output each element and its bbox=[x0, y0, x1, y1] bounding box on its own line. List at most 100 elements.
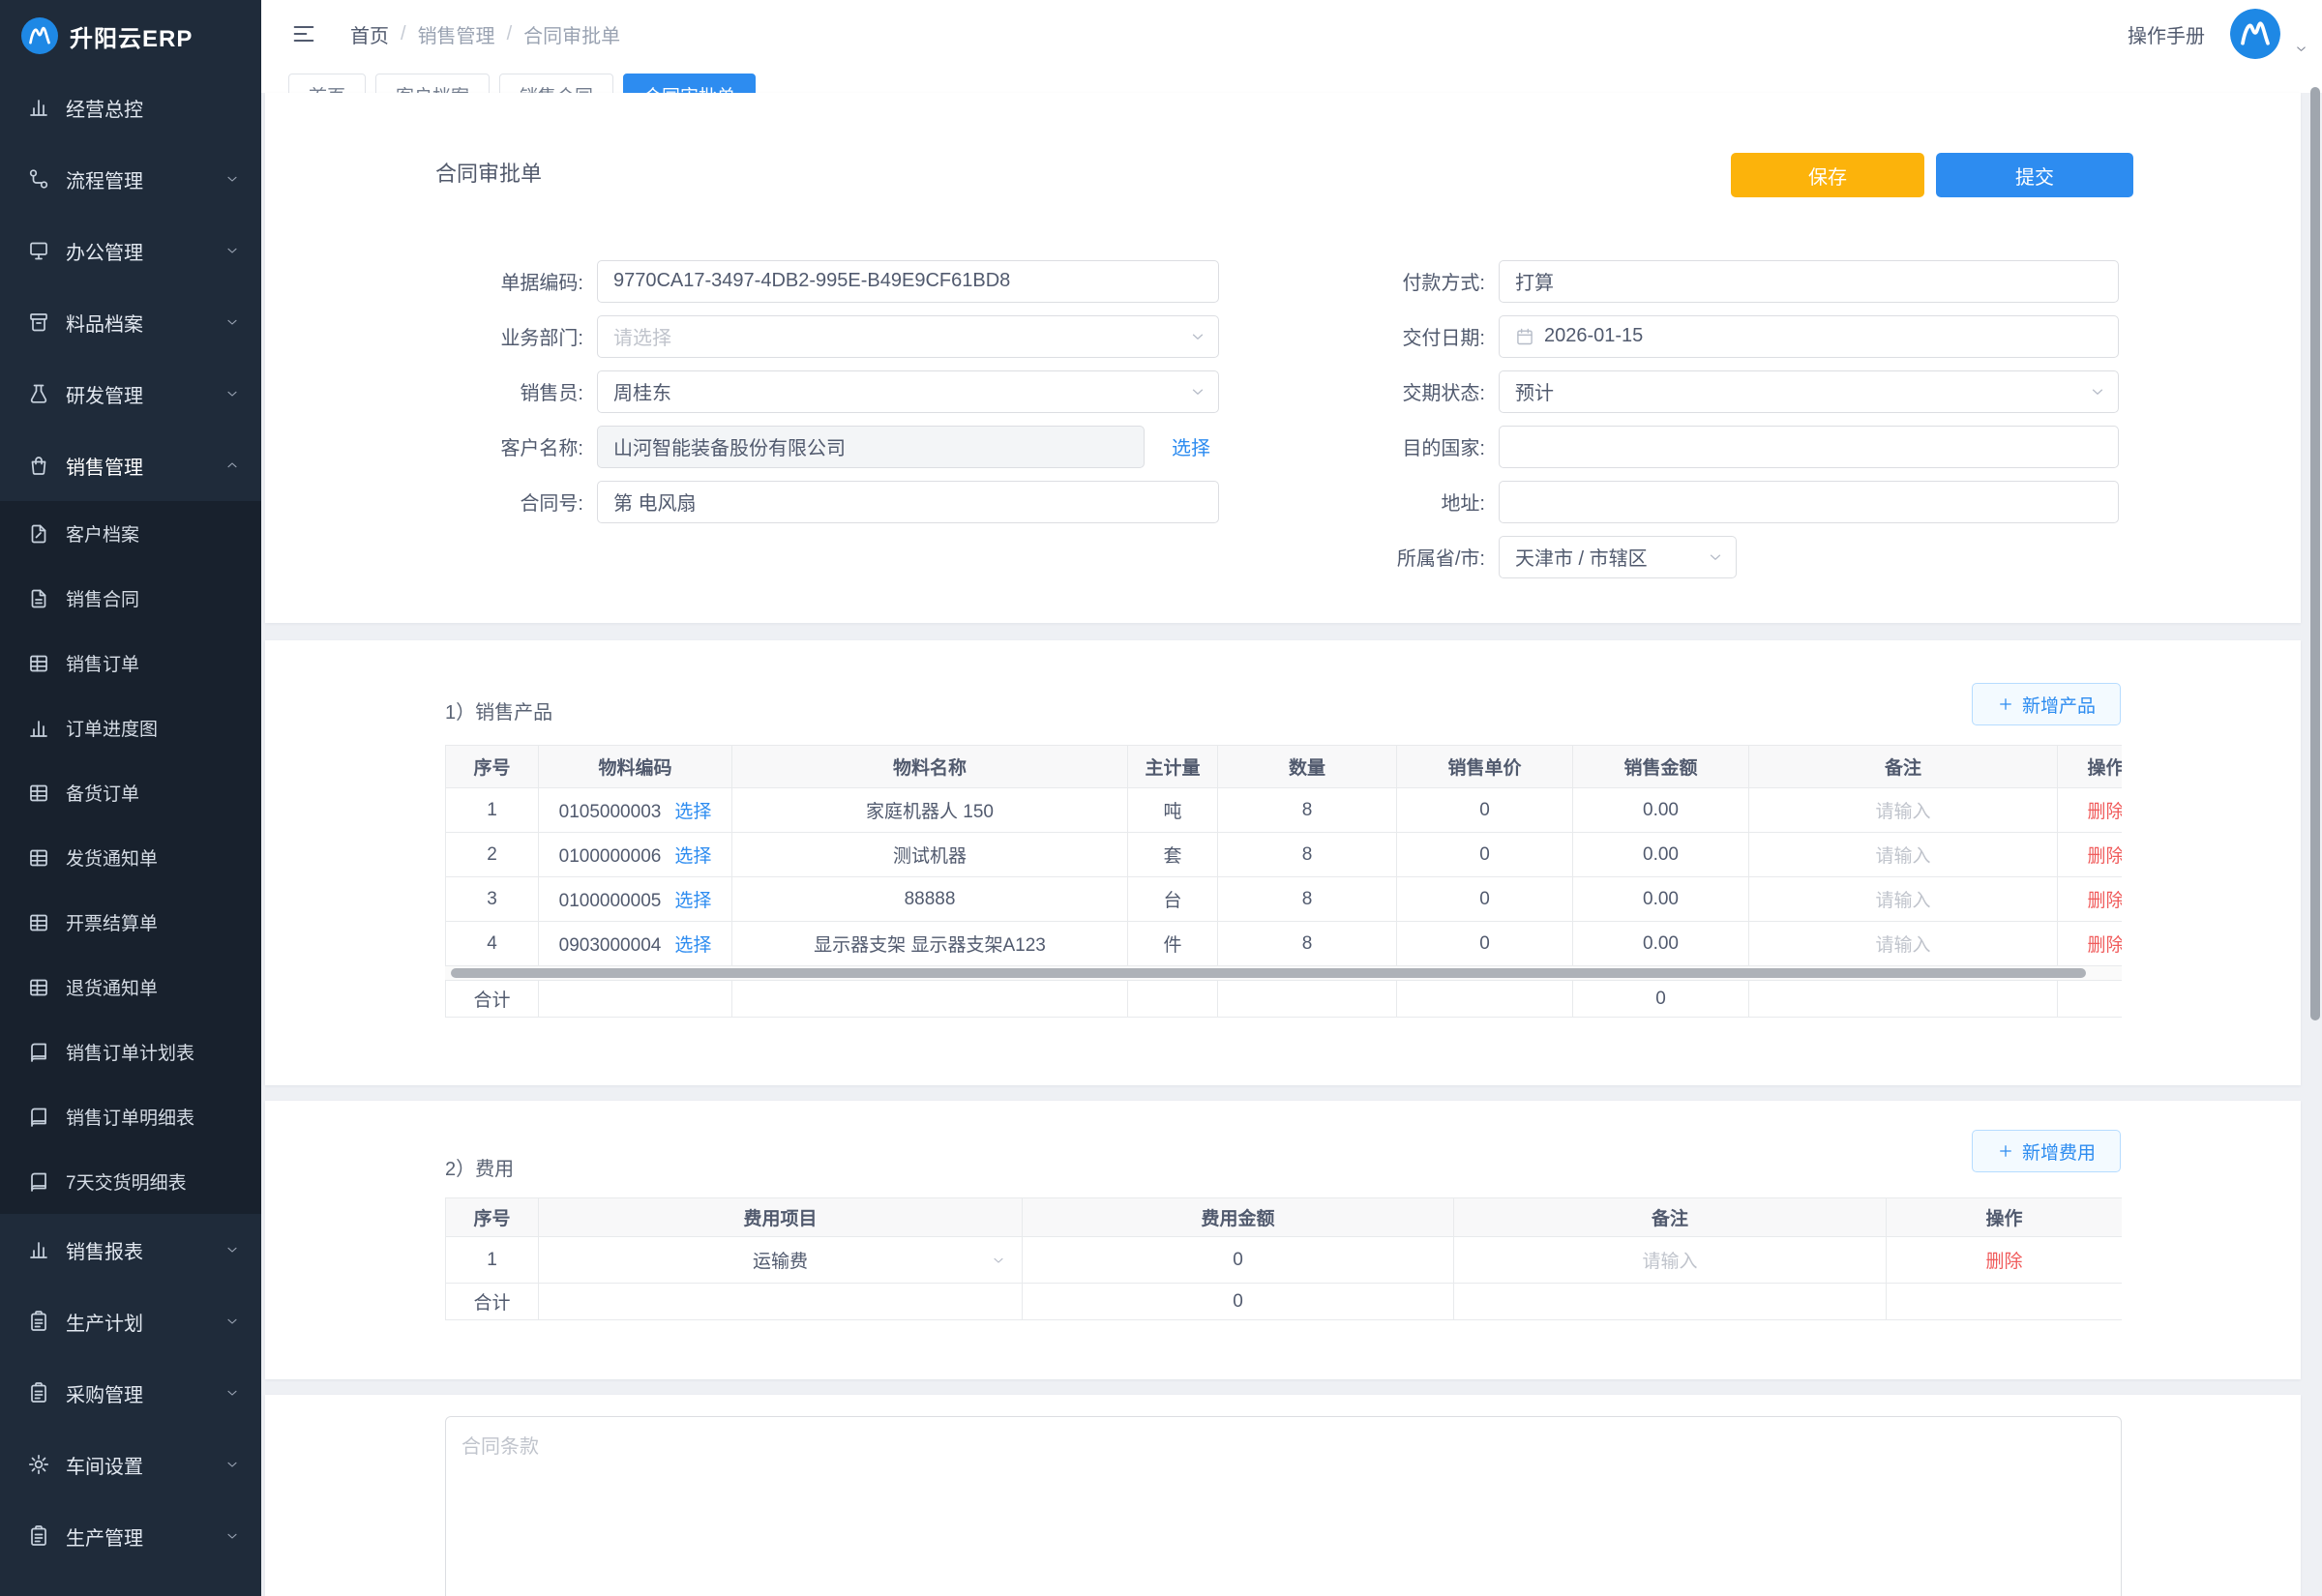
field-value: 9770CA17-3497-4DB2-995E-B49E9CF61BD8 bbox=[613, 270, 1010, 292]
doc-code-field[interactable]: 9770CA17-3497-4DB2-995E-B49E9CF61BD8 bbox=[597, 260, 1219, 303]
breadcrumb-item[interactable]: 销售管理 bbox=[418, 20, 495, 48]
breadcrumb-item[interactable]: 首页 bbox=[350, 20, 389, 48]
delete-row-link[interactable]: 删除 bbox=[2087, 802, 2122, 822]
sidebar-item-label: 研发管理 bbox=[66, 380, 224, 408]
sidebar-item-20[interactable]: 车间设置 bbox=[0, 1429, 261, 1500]
address-field[interactable] bbox=[1499, 481, 2119, 523]
user-menu-caret-icon[interactable] bbox=[2294, 42, 2308, 56]
qty-cell[interactable]: 8 bbox=[1218, 922, 1397, 966]
choose-material-link[interactable]: 选择 bbox=[674, 802, 711, 822]
remark-cell[interactable]: 请输入 bbox=[1749, 788, 2058, 833]
actions-cell: 删除 bbox=[2058, 788, 2123, 833]
gear-icon bbox=[27, 1453, 50, 1476]
destination-country-field[interactable] bbox=[1499, 426, 2119, 468]
field-label: 单据编码: bbox=[265, 267, 597, 295]
contract-terms-textarea[interactable] bbox=[445, 1416, 2122, 1596]
price-cell[interactable]: 0 bbox=[1397, 788, 1573, 833]
qty-cell[interactable]: 8 bbox=[1218, 788, 1397, 833]
price-cell[interactable]: 0 bbox=[1397, 833, 1573, 877]
tab-0[interactable]: 首页 bbox=[288, 74, 366, 93]
sidebar-item-label: 订单进度图 bbox=[66, 715, 240, 741]
price-cell[interactable]: 0 bbox=[1397, 877, 1573, 922]
menu-toggle-icon[interactable] bbox=[290, 20, 317, 47]
sidebar-item-4[interactable]: 研发管理 bbox=[0, 358, 261, 429]
remark-cell[interactable]: 请输入 bbox=[1749, 877, 2058, 922]
delete-row-link[interactable]: 删除 bbox=[2087, 935, 2122, 956]
sidebar-item-6[interactable]: 客户档案 bbox=[0, 501, 261, 566]
sidebar-item-11[interactable]: 发货通知单 bbox=[0, 825, 261, 890]
empty-cell bbox=[539, 1284, 1023, 1320]
add-product-button[interactable]: 新增产品 bbox=[1972, 683, 2121, 725]
material-name: 测试机器 bbox=[893, 846, 967, 867]
form-row: 业务部门:请选择 bbox=[265, 309, 1219, 364]
tab-2[interactable]: 销售合同 bbox=[499, 74, 613, 93]
sidebar-item-5[interactable]: 销售管理 bbox=[0, 429, 261, 501]
sidebar-item-7[interactable]: 销售合同 bbox=[0, 566, 261, 631]
sales-icon bbox=[27, 454, 50, 477]
sidebar-item-3[interactable]: 料品档案 bbox=[0, 286, 261, 358]
seq: 3 bbox=[487, 889, 497, 909]
sidebar-item-18[interactable]: 生产计划 bbox=[0, 1286, 261, 1357]
payment-method-field[interactable]: 打算 bbox=[1499, 260, 2119, 303]
sidebar-item-19[interactable]: 采购管理 bbox=[0, 1357, 261, 1429]
sidebar-item-10[interactable]: 备货订单 bbox=[0, 760, 261, 825]
delete-row-link[interactable]: 删除 bbox=[1985, 1252, 2022, 1272]
delete-row-link[interactable]: 删除 bbox=[2087, 846, 2122, 867]
manual-link[interactable]: 操作手册 bbox=[2128, 20, 2205, 48]
delivery-status-field[interactable]: 预计 bbox=[1499, 370, 2119, 413]
unit-cell: 件 bbox=[1128, 922, 1218, 966]
chevron-down-icon bbox=[224, 386, 240, 401]
delete-row-link[interactable]: 删除 bbox=[2087, 891, 2122, 911]
book-icon bbox=[27, 1041, 50, 1064]
qty-cell[interactable]: 8 bbox=[1218, 833, 1397, 877]
remark-cell[interactable]: 请输入 bbox=[1454, 1237, 1887, 1284]
page-scrollbar-thumb[interactable] bbox=[2310, 87, 2320, 1020]
choose-material-link[interactable]: 选择 bbox=[674, 891, 711, 911]
sidebar-item-22[interactable]: 仓库管理 bbox=[0, 1572, 261, 1596]
sidebar-item-0[interactable]: 经营总控 bbox=[0, 72, 261, 143]
delivery-date-field[interactable]: 2026-01-15 bbox=[1499, 315, 2119, 358]
sidebar-item-1[interactable]: 流程管理 bbox=[0, 143, 261, 215]
field-value: 山河智能装备股份有限公司 bbox=[613, 432, 846, 460]
sidebar-item-12[interactable]: 开票结算单 bbox=[0, 890, 261, 955]
sidebar-item-8[interactable]: 销售订单 bbox=[0, 631, 261, 695]
form-row: 地址: bbox=[1178, 474, 2119, 529]
avatar[interactable] bbox=[2230, 9, 2280, 59]
sidebar-item-13[interactable]: 退货通知单 bbox=[0, 955, 261, 1020]
contract-no-field[interactable]: 第 电风扇 bbox=[597, 481, 1219, 523]
price-cell[interactable]: 0 bbox=[1397, 922, 1573, 966]
field-value: 天津市 / 市辖区 bbox=[1515, 543, 1648, 571]
submit-button[interactable]: 提交 bbox=[1936, 153, 2133, 197]
business-dept-field[interactable]: 请选择 bbox=[597, 315, 1219, 358]
customer-name-field[interactable]: 山河智能装备股份有限公司 bbox=[597, 426, 1145, 468]
fees-section-title: 2）费用 bbox=[445, 1153, 514, 1181]
save-button[interactable]: 保存 bbox=[1731, 153, 1924, 197]
horizontal-scrollbar-thumb[interactable] bbox=[451, 968, 2086, 978]
material-code: 0100000006 bbox=[559, 846, 662, 867]
sidebar-item-9[interactable]: 订单进度图 bbox=[0, 695, 261, 760]
fee-amount-cell[interactable]: 0 bbox=[1023, 1237, 1454, 1284]
choose-material-link[interactable]: 选择 bbox=[674, 935, 711, 956]
page-title: 合同审批单 bbox=[435, 157, 542, 188]
sidebar-item-label: 生产计划 bbox=[66, 1308, 224, 1336]
fee-item-cell[interactable]: 运输费 bbox=[539, 1237, 1023, 1284]
form-row: 交付日期:2026-01-15 bbox=[1178, 309, 2119, 364]
sidebar-item-14[interactable]: 销售订单计划表 bbox=[0, 1020, 261, 1084]
sidebar-item-2[interactable]: 办公管理 bbox=[0, 215, 261, 286]
sidebar-item-15[interactable]: 销售订单明细表 bbox=[0, 1084, 261, 1149]
salesperson-field[interactable]: 周桂东 bbox=[597, 370, 1219, 413]
tab-3[interactable]: 合同审批单 bbox=[623, 74, 756, 93]
tab-1[interactable]: 客户档案 bbox=[375, 74, 490, 93]
remark-cell[interactable]: 请输入 bbox=[1749, 833, 2058, 877]
material-code: 0105000003 bbox=[559, 802, 662, 822]
sidebar-item-16[interactable]: 7天交货明细表 bbox=[0, 1149, 261, 1214]
qty-cell[interactable]: 8 bbox=[1218, 877, 1397, 922]
choose-material-link[interactable]: 选择 bbox=[674, 846, 711, 867]
sidebar-item-21[interactable]: 生产管理 bbox=[0, 1500, 261, 1572]
price: 0 bbox=[1479, 800, 1490, 820]
province-city-field[interactable]: 天津市 / 市辖区 bbox=[1499, 536, 1737, 578]
add-fee-button[interactable]: 新增费用 bbox=[1972, 1130, 2121, 1172]
column-header: 数量 bbox=[1218, 746, 1397, 788]
sidebar-item-17[interactable]: 销售报表 bbox=[0, 1214, 261, 1286]
remark-cell[interactable]: 请输入 bbox=[1749, 922, 2058, 966]
